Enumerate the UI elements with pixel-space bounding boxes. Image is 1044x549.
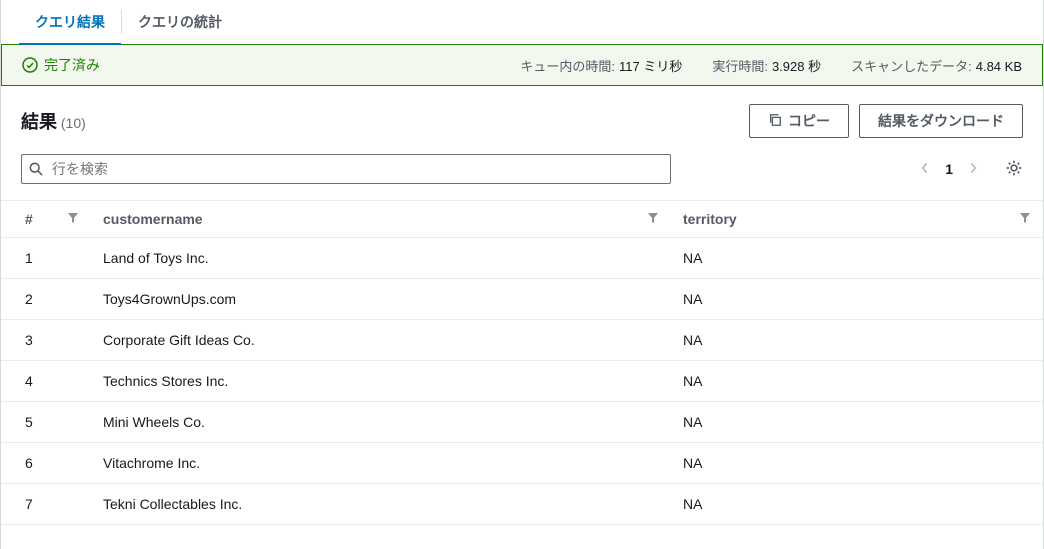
table-row[interactable]: 6Vitachrome Inc.NA	[1, 443, 1043, 484]
actions-row: 結果 (10) コピー 結果をダウンロード	[1, 86, 1043, 154]
cell-index: 2	[1, 279, 91, 320]
cell-territory: NA	[671, 484, 1043, 525]
queue-time: キュー内の時間:117 ミリ秒	[520, 56, 682, 75]
prev-page-button[interactable]	[919, 161, 931, 177]
table-row[interactable]: 1Land of Toys Inc.NA	[1, 238, 1043, 279]
search-icon	[29, 162, 43, 176]
tab-label: クエリ結果	[35, 14, 105, 30]
cell-customername: Corporate Gift Ideas Co.	[91, 320, 671, 361]
table-row[interactable]: 2Toys4GrownUps.comNA	[1, 279, 1043, 320]
table-row[interactable]: 3Corporate Gift Ideas Co.NA	[1, 320, 1043, 361]
run-time: 実行時間:3.928 秒	[712, 56, 821, 75]
cell-customername: Technics Stores Inc.	[91, 361, 671, 402]
copy-button[interactable]: コピー	[749, 104, 849, 138]
cell-index: 3	[1, 320, 91, 361]
download-label: 結果をダウンロード	[878, 111, 1004, 131]
cell-territory: NA	[671, 443, 1043, 484]
cell-territory: NA	[671, 279, 1043, 320]
tab-query-results[interactable]: クエリ結果	[19, 0, 121, 44]
tab-label: クエリの統計	[138, 14, 222, 30]
cell-territory: NA	[671, 320, 1043, 361]
col-territory[interactable]: territory	[671, 201, 1043, 238]
results-title: 結果 (10)	[21, 108, 86, 134]
settings-button[interactable]	[1005, 159, 1023, 180]
table-row[interactable]: 7Tekni Collectables Inc.NA	[1, 484, 1043, 525]
cell-territory: NA	[671, 238, 1043, 279]
cell-territory: NA	[671, 402, 1043, 443]
tabs-bar: クエリ結果 クエリの統計	[1, 0, 1043, 45]
search-input[interactable]	[21, 154, 671, 184]
toolbar-row: 1	[1, 154, 1043, 200]
filter-icon[interactable]	[67, 211, 79, 227]
tab-query-stats[interactable]: クエリの統計	[122, 0, 238, 44]
cell-customername: Mini Wheels Co.	[91, 402, 671, 443]
scanned-data: スキャンしたデータ:4.84 KB	[851, 56, 1022, 75]
search-container	[21, 154, 671, 184]
cell-index: 5	[1, 402, 91, 443]
cell-index: 6	[1, 443, 91, 484]
next-page-button[interactable]	[967, 161, 979, 177]
cell-customername: Toys4GrownUps.com	[91, 279, 671, 320]
cell-index: 4	[1, 361, 91, 402]
cell-index: 7	[1, 484, 91, 525]
download-results-button[interactable]: 結果をダウンロード	[859, 104, 1023, 138]
col-customername[interactable]: customername	[91, 201, 671, 238]
results-table: # customername territory 1Land of Toys I…	[1, 200, 1043, 525]
cell-customername: Land of Toys Inc.	[91, 238, 671, 279]
copy-label: コピー	[788, 111, 830, 131]
pagination: 1	[919, 159, 1023, 180]
status-bar: 完了済み キュー内の時間:117 ミリ秒 実行時間:3.928 秒 スキャンした…	[1, 44, 1043, 86]
cell-customername: Vitachrome Inc.	[91, 443, 671, 484]
table-row[interactable]: 5Mini Wheels Co.NA	[1, 402, 1043, 443]
success-icon	[22, 57, 38, 73]
cell-index: 1	[1, 238, 91, 279]
cell-customername: Tekni Collectables Inc.	[91, 484, 671, 525]
status-label: 完了済み	[44, 55, 100, 75]
col-index[interactable]: #	[1, 201, 91, 238]
copy-icon	[768, 113, 782, 130]
table-row[interactable]: 4Technics Stores Inc.NA	[1, 361, 1043, 402]
filter-icon[interactable]	[1019, 211, 1031, 227]
filter-icon[interactable]	[647, 211, 659, 227]
cell-territory: NA	[671, 361, 1043, 402]
page-number: 1	[945, 161, 953, 177]
